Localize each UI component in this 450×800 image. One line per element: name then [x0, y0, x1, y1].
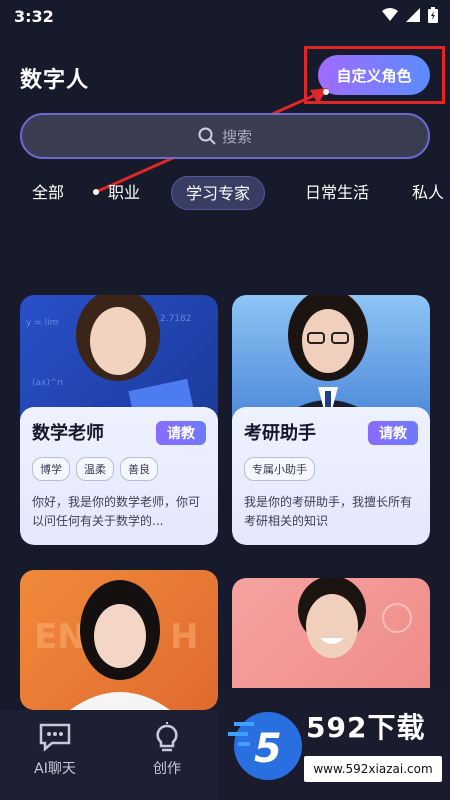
status-bar: 3:32 [0, 0, 450, 34]
tag: 善良 [120, 457, 158, 481]
svg-text:y = lim: y = lim [26, 318, 58, 328]
svg-text:5: 5 [254, 726, 282, 772]
role-card-math-teacher[interactable]: y = lim 2.7182 (ax)^n 数学老师 请教 博学 温柔 善良 你… [20, 295, 218, 545]
role-card-english-teacher[interactable]: EN H [20, 570, 218, 710]
annotation-highlight-box [304, 46, 445, 104]
portrait-image: EN H [34, 580, 198, 710]
card-image-exam-assistant [232, 295, 430, 425]
watermark-url: www.592xiazai.com [304, 756, 442, 782]
search-icon [198, 127, 216, 145]
tab-study-expert[interactable]: 学习专家 [171, 176, 266, 210]
tab-all[interactable]: 全部 [32, 176, 64, 210]
page-title: 数字人 [20, 68, 90, 93]
tab-private[interactable]: 私人 [412, 176, 444, 210]
watermark-logo: 5 592下载 www.592xiazai.com [218, 688, 450, 800]
card-description: 我是你的考研助手，我擅长所有考研相关的知识 [244, 495, 413, 528]
signal-icon [406, 8, 420, 22]
card-image-english: EN H [20, 570, 218, 710]
svg-text:EN: EN [34, 617, 86, 657]
svg-text:H: H [170, 617, 198, 657]
tag-list: 博学 温柔 善良 [32, 457, 206, 481]
portrait-image: y = lim 2.7182 (ax)^n [26, 295, 196, 431]
status-time: 3:32 [14, 7, 54, 26]
nav-label: AI聊天 [34, 761, 76, 777]
card-description: 你好，我是你的数学老师，你可以问任何有关于数学的... [32, 495, 201, 528]
battery-icon [428, 7, 438, 23]
search-placeholder: 搜索 [221, 127, 252, 146]
category-tabs: 全部 职业 学习专家 日常生活 私人 [0, 176, 450, 212]
svg-text:2.7182: 2.7182 [160, 314, 192, 324]
search-bar[interactable]: 搜索 [20, 113, 430, 159]
status-icons [382, 7, 438, 23]
brand-logo-icon: 5 [228, 712, 302, 780]
nav-ai-chat[interactable]: AI聊天 [20, 722, 90, 778]
card-image-math-teacher: y = lim 2.7182 (ax)^n [20, 295, 218, 431]
card-body: 考研助手 请教 专属小助手 我是你的考研助手，我擅长所有考研相关的知识 [232, 407, 430, 545]
nav-create[interactable]: 创作 [132, 722, 202, 778]
tag: 专属小助手 [244, 457, 315, 481]
ask-button[interactable]: 请教 [368, 421, 418, 445]
svg-text:(ax)^n: (ax)^n [32, 378, 63, 388]
role-card-exam-assistant[interactable]: 考研助手 请教 专属小助手 我是你的考研助手，我擅长所有考研相关的知识 [232, 295, 430, 545]
card-body: 数学老师 请教 博学 温柔 善良 你好，我是你的数学老师，你可以问任何有关于数学… [20, 407, 218, 545]
portrait-image [272, 295, 384, 425]
ask-button[interactable]: 请教 [156, 421, 206, 445]
tag: 博学 [32, 457, 70, 481]
watermark-brand: 592下载 [306, 711, 426, 744]
tag: 温柔 [76, 457, 114, 481]
chat-icon [39, 723, 71, 752]
wifi-icon [382, 8, 398, 21]
tab-daily-life[interactable]: 日常生活 [305, 176, 369, 210]
nav-label: 创作 [153, 761, 181, 777]
tab-career[interactable]: 职业 [108, 176, 140, 210]
tag-list: 专属小助手 [244, 457, 418, 481]
lightbulb-icon [156, 722, 178, 752]
